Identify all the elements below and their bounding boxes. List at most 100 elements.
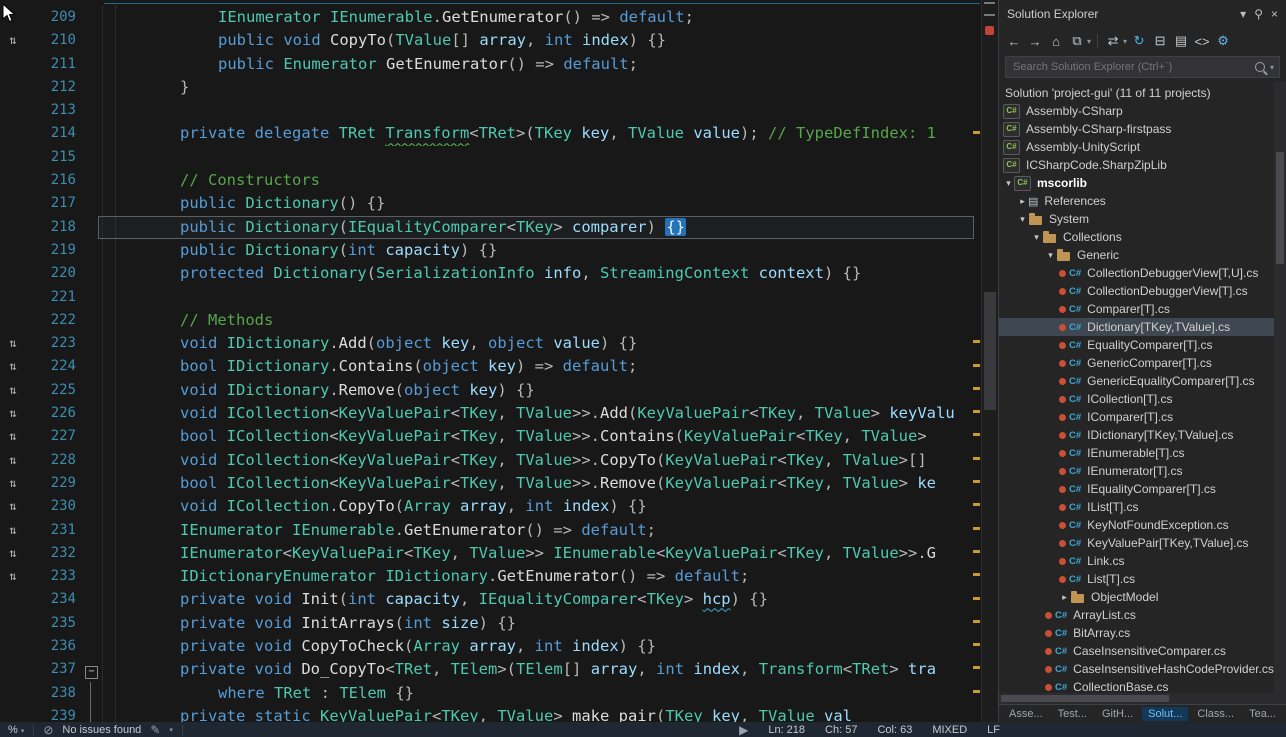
- refresh-icon[interactable]: ↻: [1130, 33, 1148, 49]
- tree-item[interactable]: C#EqualityComparer[T].cs: [999, 336, 1286, 354]
- dropdown-caret-icon[interactable]: ▾: [1087, 37, 1091, 46]
- search-options-caret-icon[interactable]: ▾: [1270, 63, 1274, 72]
- line-number[interactable]: 218: [26, 216, 84, 239]
- document-health-indicator[interactable]: [985, 26, 994, 35]
- code-line[interactable]: ⇅231IEnumerator IEnumerable.GetEnumerato…: [0, 519, 998, 542]
- line-number[interactable]: 234: [26, 588, 84, 611]
- code-line[interactable]: 219public Dictionary(int capacity) {}: [0, 239, 998, 262]
- line-number[interactable]: 214: [26, 122, 84, 145]
- chevron-collapsed-icon[interactable]: ▸: [1017, 196, 1028, 207]
- edit-status-icon[interactable]: ✎: [150, 723, 160, 737]
- code-line[interactable]: 235private void InitArrays(int size) {}: [0, 612, 998, 635]
- zoom-control[interactable]: % ▾: [8, 724, 24, 736]
- line-number[interactable]: 229: [26, 472, 84, 495]
- references-updown-icon[interactable]: ⇅: [0, 425, 26, 448]
- edit-status-caret-icon[interactable]: ▾: [169, 726, 173, 734]
- references-updown-icon[interactable]: ⇅: [0, 542, 26, 565]
- code-line[interactable]: 220protected Dictionary(SerializationInf…: [0, 262, 998, 285]
- chevron-expanded-icon[interactable]: ▾: [1003, 178, 1014, 189]
- line-number[interactable]: 215: [26, 146, 84, 169]
- chevron-down-icon[interactable]: ▾: [1240, 7, 1246, 21]
- code-line[interactable]: 222// Methods: [0, 309, 998, 332]
- no-issues-icon[interactable]: ⊘: [43, 723, 53, 737]
- code-line[interactable]: ⇅227bool ICollection<KeyValuePair<TKey, …: [0, 425, 998, 448]
- tree-item[interactable]: C#CaseInsensitiveHashCodeProvider.cs: [999, 660, 1286, 678]
- line-number[interactable]: 228: [26, 449, 84, 472]
- references-updown-icon[interactable]: ⇅: [0, 495, 26, 518]
- tree-item[interactable]: C#IEqualityComparer[T].cs: [999, 480, 1286, 498]
- references-updown-icon[interactable]: ⇅: [0, 519, 26, 542]
- code-line[interactable]: 217public Dictionary() {}: [0, 192, 998, 215]
- tree-item[interactable]: C#CollectionDebuggerView[T,U].cs: [999, 264, 1286, 282]
- tree-item[interactable]: C#Dictionary[TKey,TValue].cs: [999, 318, 1286, 336]
- tree-item[interactable]: C#ICSharpCode.SharpZipLib: [999, 156, 1286, 174]
- code-line[interactable]: ⇅225void IDictionary.Remove(object key) …: [0, 379, 998, 402]
- line-number[interactable]: 210: [26, 29, 84, 52]
- chevron-expanded-icon[interactable]: ▾: [1031, 232, 1042, 243]
- line-number[interactable]: 226: [26, 402, 84, 425]
- collapse-all-icon[interactable]: ⊟: [1151, 33, 1169, 49]
- code-line[interactable]: ⇅229bool ICollection<KeyValuePair<TKey, …: [0, 472, 998, 495]
- home-icon[interactable]: ⌂: [1047, 34, 1065, 49]
- search-input[interactable]: [1011, 60, 1255, 74]
- dropdown-caret-icon[interactable]: ▾: [1123, 37, 1127, 46]
- tree-item[interactable]: C#IComparer[T].cs: [999, 408, 1286, 426]
- tree-item[interactable]: C#KeyValuePair[TKey,TValue].cs: [999, 534, 1286, 552]
- tree-item[interactable]: C#Assembly-CSharp: [999, 102, 1286, 120]
- line-number[interactable]: 224: [26, 355, 84, 378]
- references-updown-icon[interactable]: ⇅: [0, 565, 26, 588]
- chevron-expanded-icon[interactable]: ▾: [1045, 250, 1056, 261]
- references-updown-icon[interactable]: ⇅: [0, 402, 26, 425]
- tree-item[interactable]: C#IDictionary[TKey,TValue].cs: [999, 426, 1286, 444]
- tree-horizontal-scrollbar[interactable]: [999, 693, 1286, 704]
- panel-tab-class[interactable]: Class...: [1191, 707, 1240, 721]
- line-number[interactable]: 237: [26, 658, 84, 681]
- outline-collapse-icon[interactable]: −: [85, 666, 98, 679]
- close-icon[interactable]: ×: [1271, 7, 1278, 21]
- code-editor[interactable]: 209IEnumerator IEnumerable.GetEnumerator…: [0, 0, 998, 722]
- tree-item[interactable]: C#ICollection[T].cs: [999, 390, 1286, 408]
- tree-scrollbar-thumb[interactable]: [1276, 152, 1284, 264]
- code-line[interactable]: 212}: [0, 76, 998, 99]
- panel-tab-test[interactable]: Test...: [1052, 707, 1093, 721]
- tree-item[interactable]: ▾Collections: [999, 228, 1286, 246]
- code-line[interactable]: ⇅228void ICollection<KeyValuePair<TKey, …: [0, 449, 998, 472]
- tree-hscrollbar-thumb[interactable]: [1001, 695, 1169, 702]
- tree-item[interactable]: ▸ObjectModel: [999, 588, 1286, 606]
- references-updown-icon[interactable]: ⇅: [0, 29, 26, 52]
- forward-icon[interactable]: →: [1026, 34, 1044, 49]
- chevron-expanded-icon[interactable]: ▾: [1017, 214, 1028, 225]
- line-number[interactable]: 232: [26, 542, 84, 565]
- code-line[interactable]: 221: [0, 286, 998, 309]
- references-updown-icon[interactable]: ⇅: [0, 355, 26, 378]
- tree-item[interactable]: C#Link.cs: [999, 552, 1286, 570]
- tree-item[interactable]: Solution 'project-gui' (11 of 11 project…: [999, 84, 1286, 102]
- line-number[interactable]: 223: [26, 332, 84, 355]
- line-number[interactable]: 225: [26, 379, 84, 402]
- code-line[interactable]: 236private void CopyToCheck(Array array,…: [0, 635, 998, 658]
- line-number[interactable]: 219: [26, 239, 84, 262]
- line-number[interactable]: 230: [26, 495, 84, 518]
- tree-item[interactable]: C#CollectionBase.cs: [999, 678, 1286, 693]
- zoom-caret-icon[interactable]: ▾: [21, 728, 25, 735]
- tree-item[interactable]: C#Comparer[T].cs: [999, 300, 1286, 318]
- line-number[interactable]: 209: [26, 6, 84, 29]
- tree-item[interactable]: C#BitArray.cs: [999, 624, 1286, 642]
- code-line[interactable]: 218public Dictionary(IEqualityComparer<T…: [0, 216, 998, 239]
- line-number[interactable]: 213: [26, 99, 84, 122]
- tree-item[interactable]: ▾C#mscorlib: [999, 174, 1286, 192]
- code-line[interactable]: 213: [0, 99, 998, 122]
- code-line[interactable]: ⇅233IDictionaryEnumerator IDictionary.Ge…: [0, 565, 998, 588]
- status-arrow-icon[interactable]: ▶: [739, 723, 748, 737]
- scrollbar-thumb[interactable]: [984, 292, 996, 410]
- tree-item[interactable]: C#GenericComparer[T].cs: [999, 354, 1286, 372]
- tree-item[interactable]: C#KeyNotFoundException.cs: [999, 516, 1286, 534]
- line-number[interactable]: 220: [26, 262, 84, 285]
- panel-tab-asse[interactable]: Asse...: [1003, 707, 1049, 721]
- switch-views-icon[interactable]: ⧉: [1068, 33, 1086, 49]
- tree-item[interactable]: C#List[T].cs: [999, 570, 1286, 588]
- line-number[interactable]: 227: [26, 425, 84, 448]
- code-line[interactable]: 239private static KeyValuePair<TKey, TVa…: [0, 705, 998, 722]
- se-search-box[interactable]: ▾: [1005, 56, 1280, 78]
- tree-item[interactable]: C#ArrayList.cs: [999, 606, 1286, 624]
